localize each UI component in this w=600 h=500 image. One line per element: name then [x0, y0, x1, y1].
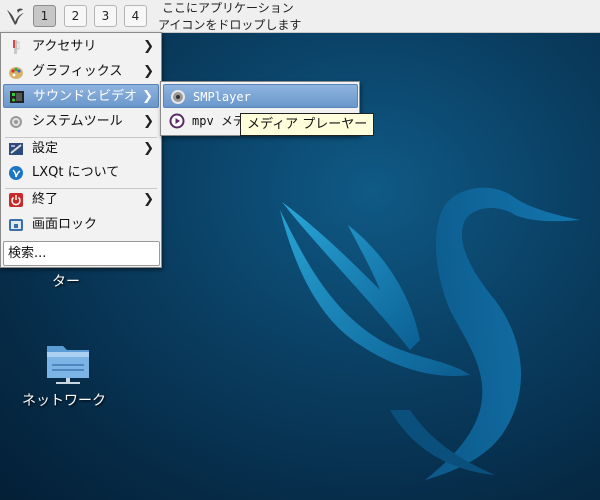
smplayer-icon [171, 90, 185, 104]
graphics-palette-icon [9, 67, 23, 79]
network-folder-icon[interactable] [44, 338, 92, 386]
submenu-arrow-icon: ❯ [143, 141, 154, 156]
desktop-icon-label-network[interactable]: ネットワーク [22, 390, 106, 410]
menu-item-label: サウンドとビデオ [33, 89, 138, 104]
system-gear-icon [10, 116, 22, 128]
menu-item-leave[interactable]: 終了 ❯ [3, 188, 159, 212]
desktop-switch-3[interactable]: 3 [94, 5, 117, 27]
wallpaper-bird-logo [280, 187, 580, 481]
multimedia-icon [10, 91, 24, 103]
submenu-arrow-icon: ❯ [143, 192, 154, 207]
menu-item-label: アクセサリ [32, 39, 97, 54]
mpv-icon [169, 113, 185, 129]
top-panel: 1 2 3 4 ここにアプリケーション アイコンをドロップします [0, 0, 600, 33]
submenu-arrow-icon: ❯ [143, 64, 154, 79]
lock-screen-icon [9, 219, 23, 231]
preferences-icon [9, 143, 23, 155]
app-menu-button[interactable] [3, 4, 27, 28]
submenu-arrow-icon: ❯ [143, 114, 154, 129]
main-menu: アクセサリ ❯ グラフィックス ❯ サウンドとビデオ ❯ システムツール ❯ 設… [0, 32, 162, 268]
desktop-switch-4[interactable]: 4 [124, 5, 147, 27]
menu-item-label: 設定 [32, 141, 59, 156]
tooltip: メディア プレーヤー [240, 113, 375, 136]
menu-item-label: 画面ロック [32, 217, 98, 232]
menu-item-system-tools[interactable]: システムツール ❯ [3, 110, 159, 134]
desktop-switch-1[interactable]: 1 [33, 5, 56, 27]
menu-item-lock-screen[interactable]: 画面ロック [3, 213, 159, 237]
lxqt-bird-icon [7, 8, 24, 25]
power-icon [9, 193, 23, 207]
menu-item-label: システムツール [32, 114, 123, 129]
menu-item-label: SMPlayer [193, 90, 251, 104]
menu-item-smplayer[interactable]: SMPlayer [163, 84, 358, 108]
quicklaunch-hint-line1: ここにアプリケーション [162, 1, 294, 15]
menu-item-label: 終了 [32, 192, 59, 207]
submenu-arrow-icon: ❯ [143, 39, 154, 54]
menu-item-accessories[interactable]: アクセサリ ❯ [3, 35, 159, 59]
desktop-icon-label-partial[interactable]: ター [52, 271, 80, 291]
menu-item-label: グラフィックス [32, 64, 123, 79]
menu-search-input[interactable]: 検索... [3, 241, 160, 266]
submenu-arrow-icon: ❯ [142, 89, 153, 104]
menu-item-sound-video[interactable]: サウンドとビデオ ❯ [3, 84, 159, 108]
menu-item-about-lxqt[interactable]: LXQt について [3, 161, 159, 185]
quicklaunch-hint-line2: アイコンをドロップします [158, 18, 302, 32]
desktop-switch-2[interactable]: 2 [64, 5, 87, 27]
menu-item-preferences[interactable]: 設定 ❯ [3, 137, 159, 161]
lxqt-about-icon [9, 166, 23, 180]
menu-item-label: LXQt について [32, 165, 120, 180]
quicklaunch-drop-area[interactable]: ここにアプリケーション アイコンをドロップします [158, 0, 301, 34]
accessories-icon [13, 40, 20, 54]
menu-item-graphics[interactable]: グラフィックス ❯ [3, 60, 159, 84]
